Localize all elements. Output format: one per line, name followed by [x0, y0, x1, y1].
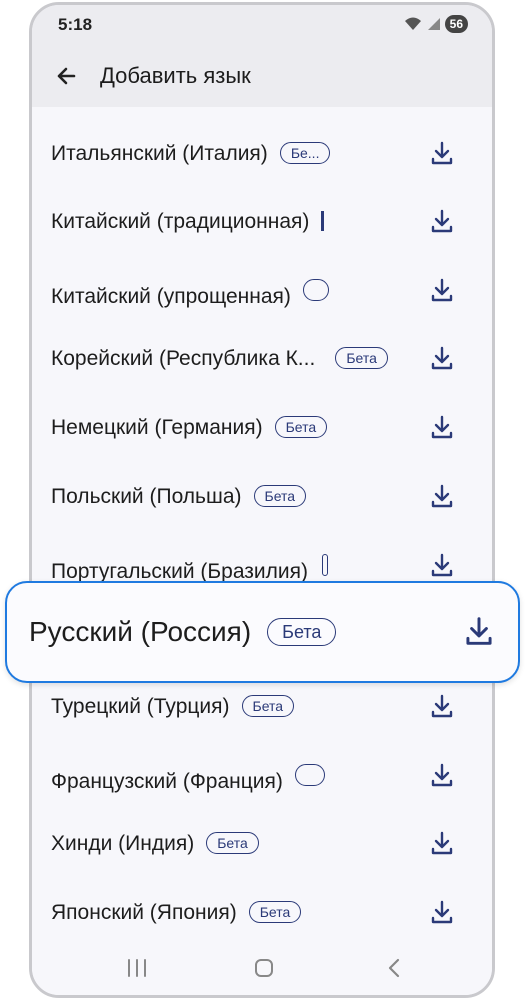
download-icon[interactable] — [430, 414, 454, 440]
beta-badge — [302, 279, 329, 301]
list-item[interactable]: Китайский (упрощенная) — [32, 257, 492, 325]
list-item[interactable]: Китайский (традиционная) — [32, 188, 492, 256]
phone-frame: 5:18 56 Добавить язык Итальянский (Итали… — [29, 2, 495, 998]
beta-badge: Бета — [248, 901, 302, 923]
beta-badge: Бета — [206, 832, 259, 854]
download-icon[interactable] — [430, 483, 454, 509]
download-icon[interactable] — [430, 899, 454, 925]
beta-badge — [294, 764, 325, 786]
status-time: 5:18 — [58, 15, 93, 34]
download-icon[interactable] — [430, 762, 454, 788]
arrow-left-icon[interactable] — [50, 59, 84, 93]
download-icon[interactable] — [430, 552, 454, 578]
beta-badge: Бета — [335, 347, 388, 369]
home-icon[interactable] — [253, 957, 275, 979]
list-item[interactable]: Немецкий (Германия) Бета — [32, 394, 492, 462]
recent-apps-icon[interactable] — [124, 957, 150, 979]
beta-badge: Бета — [253, 485, 307, 507]
language-name: Немецкий (Германия) — [51, 416, 263, 439]
system-nav-bar — [32, 943, 492, 995]
wifi-icon — [404, 17, 421, 30]
language-name: Японский (Япония) — [51, 901, 237, 924]
download-icon[interactable] — [430, 830, 454, 856]
list-item[interactable]: Турецкий (Турция) Бета — [32, 673, 492, 741]
download-icon[interactable] — [430, 277, 454, 303]
list-item[interactable]: Корейский (Республика К... Бета — [32, 325, 492, 393]
list-item[interactable]: Итальянский (Италия) Бе... — [32, 120, 492, 188]
list-item[interactable]: Польский (Польша) Бета — [32, 463, 492, 531]
beta-badge — [322, 554, 329, 576]
language-name: Турецкий (Турция) — [51, 695, 230, 718]
page-title: Добавить язык — [100, 63, 251, 88]
language-name: Французский (Франция) — [51, 770, 283, 793]
app-bar: Добавить язык — [32, 45, 492, 107]
signal-icon — [427, 18, 440, 30]
language-name: Хинди (Индия) — [51, 832, 195, 855]
language-name: Корейский (Республика К... — [51, 347, 316, 370]
language-name: Русский (Россия) — [29, 616, 252, 647]
highlighted-language-item[interactable]: Русский (Россия) Бета — [5, 581, 520, 683]
language-name: Китайский (традиционная) — [51, 210, 310, 233]
list-item[interactable]: Французский (Франция) — [32, 742, 492, 810]
download-icon[interactable] — [430, 208, 454, 234]
status-icons: 56 — [403, 15, 468, 33]
language-name: Португальский (Бразилия) — [51, 560, 309, 583]
battery-indicator: 56 — [444, 15, 468, 33]
download-icon[interactable] — [430, 140, 454, 166]
download-icon[interactable] — [430, 345, 454, 371]
language-name: Китайский (упрощенная) — [51, 285, 291, 308]
beta-badge: Бета — [274, 416, 328, 438]
download-icon[interactable] — [464, 615, 494, 647]
badge-fragment — [321, 211, 325, 231]
download-icon[interactable] — [430, 693, 454, 719]
list-item[interactable]: Японский (Япония) Бета — [32, 879, 492, 947]
beta-badge: Бета — [241, 695, 295, 717]
status-bar: 5:18 56 — [32, 5, 492, 45]
beta-badge: Бета — [267, 618, 337, 646]
back-nav-icon[interactable] — [384, 957, 404, 979]
language-name: Польский (Польша) — [51, 485, 242, 508]
language-name: Итальянский (Италия) — [51, 142, 268, 165]
list-item[interactable]: Хинди (Индия) Бета — [32, 810, 492, 878]
beta-badge: Бе... — [279, 142, 331, 164]
